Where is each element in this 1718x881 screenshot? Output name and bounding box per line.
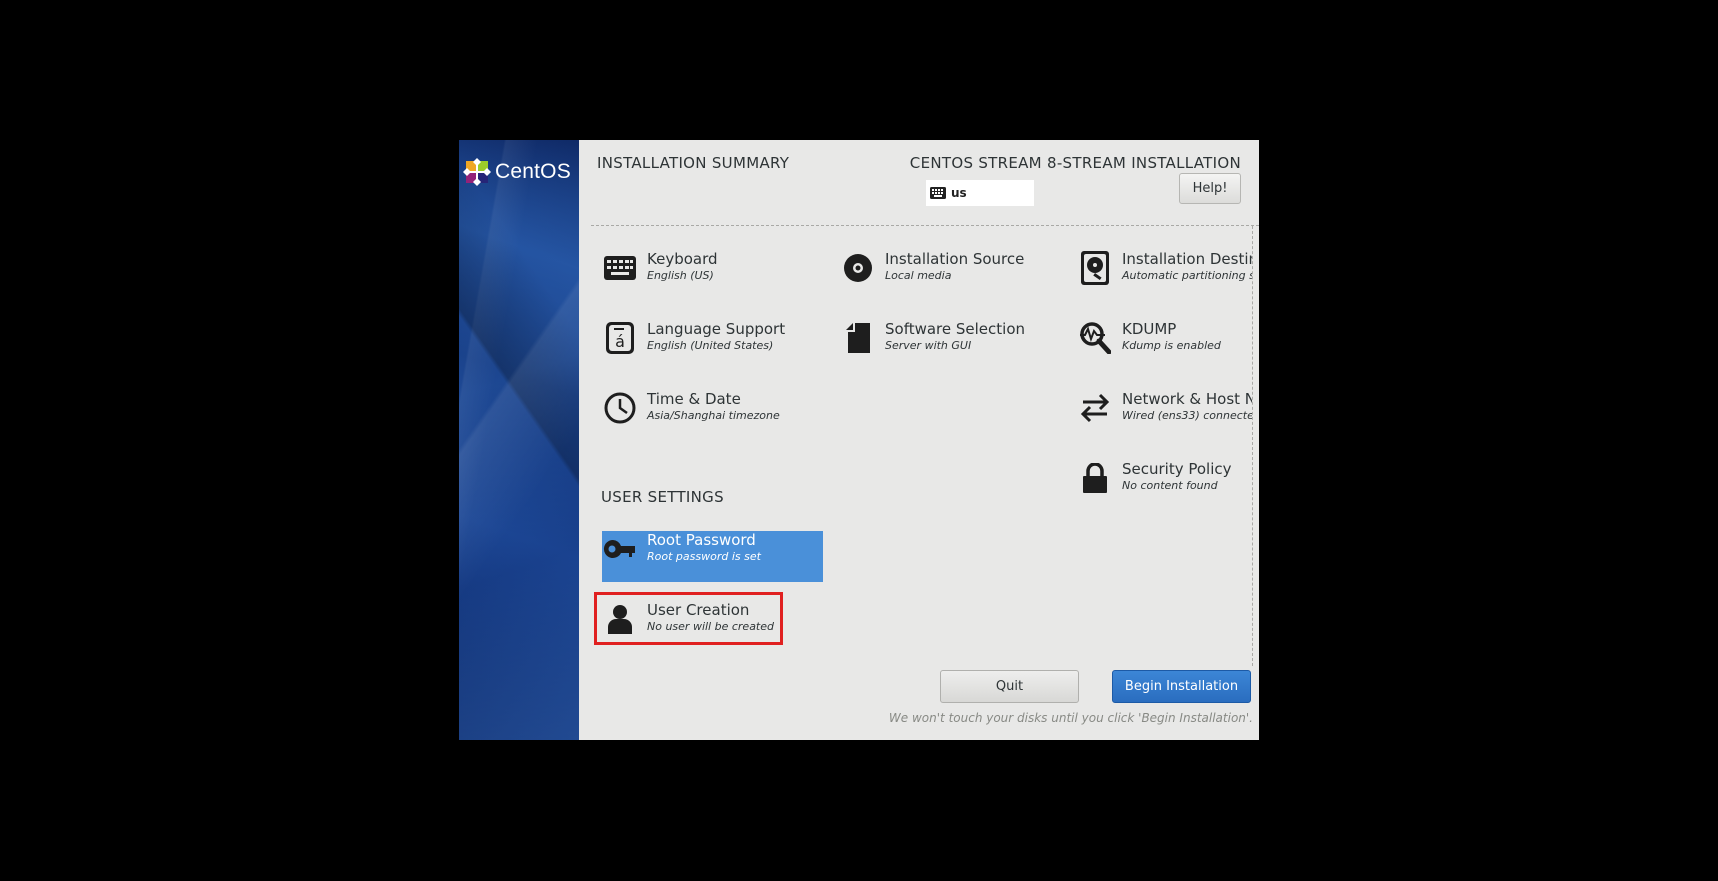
language-icon: á [606, 322, 634, 354]
key-icon [603, 539, 635, 558]
spoke-grid: Keyboard English (US) Installation Sourc… [579, 140, 1252, 740]
centos-logo-icon [463, 158, 491, 186]
svg-text:á: á [615, 332, 625, 351]
user-settings-heading: USER SETTINGS [601, 488, 724, 506]
hard-drive-icon [1081, 251, 1109, 285]
spoke-keyboard[interactable]: Keyboard English (US) [602, 250, 718, 286]
spoke-name: Security Policy [1122, 460, 1232, 478]
spoke-status: Kdump is enabled [1122, 339, 1221, 352]
spoke-status: Local media [885, 269, 952, 282]
spoke-name: Root Password [647, 531, 756, 549]
spoke-network[interactable]: Network & Host Name Wired (ens33) connec… [1077, 390, 1252, 426]
spoke-name: Installation Destination [1122, 250, 1252, 268]
clock-icon [604, 392, 636, 424]
spoke-status: Server with GUI [885, 339, 972, 352]
spoke-status: English (United States) [647, 339, 774, 352]
network-arrows-icon [1080, 393, 1110, 423]
spoke-kdump[interactable]: KDUMP Kdump is enabled [1077, 320, 1221, 356]
spoke-installation-source[interactable]: Installation Source Local media [840, 250, 1024, 286]
spoke-status: Automatic partitioning selected [1122, 269, 1252, 282]
installer-window: CentOS INSTALLATION SUMMARY CENTOS STREA… [459, 140, 1259, 740]
spoke-status: Asia/Shanghai timezone [647, 409, 780, 422]
disc-icon [844, 254, 872, 282]
spoke-status: Wired (ens33) connected [1122, 409, 1252, 422]
sidebar: CentOS [459, 140, 579, 740]
spoke-name: Keyboard [647, 250, 718, 268]
brand-text: CentOS [495, 160, 571, 183]
spoke-name: Installation Source [885, 250, 1025, 268]
spoke-name: Software Selection [885, 320, 1026, 338]
keyboard-icon [604, 256, 636, 280]
lock-icon [1083, 463, 1107, 493]
spoke-status: No content found [1122, 479, 1218, 492]
spoke-status: English (US) [647, 269, 714, 282]
kdump-search-icon [1080, 322, 1111, 354]
spoke-name: Network & Host Name [1122, 390, 1252, 408]
spoke-time-date[interactable]: Time & Date Asia/Shanghai timezone [602, 390, 780, 426]
spoke-name: Time & Date [647, 390, 741, 408]
user-creation-annotation-box [594, 592, 783, 645]
spoke-name: Language Support [647, 320, 786, 338]
spoke-software-selection[interactable]: Software Selection Server with GUI [840, 320, 1025, 356]
spoke-language-support[interactable]: á Language Support English (United State… [602, 320, 785, 356]
spoke-status: Root password is set [647, 550, 761, 563]
centos-logo: CentOS [463, 158, 571, 186]
spoke-name: KDUMP [1122, 320, 1177, 338]
begin-installation-button[interactable]: Begin Installation [1112, 670, 1251, 703]
main-panel: INSTALLATION SUMMARY CENTOS STREAM 8-STR… [579, 140, 1259, 740]
footer-note: We won't touch your disks until you clic… [888, 711, 1253, 725]
spoke-root-password[interactable]: Root Password Root password is set [602, 531, 761, 567]
spoke-security-policy[interactable]: Security Policy No content found [1077, 460, 1232, 496]
package-icon [846, 323, 870, 353]
spoke-installation-destination[interactable]: Installation Destination Automatic parti… [1077, 250, 1252, 286]
quit-button[interactable]: Quit [940, 670, 1079, 703]
scroll-divider [1252, 226, 1253, 666]
